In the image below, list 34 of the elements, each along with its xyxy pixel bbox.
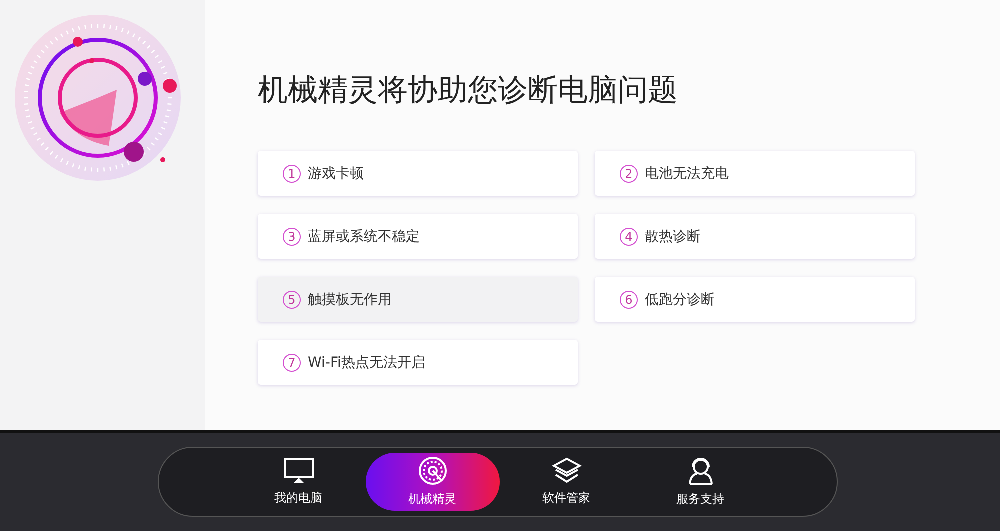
number-badge: 3 bbox=[283, 228, 301, 246]
nav-tab[interactable]: 我的电脑 bbox=[232, 453, 366, 511]
option-label: Wi-Fi热点无法开启 bbox=[308, 354, 426, 372]
layers-icon bbox=[552, 457, 582, 485]
tab-label: 软件管家 bbox=[542, 490, 590, 507]
number-badge: 6 bbox=[620, 290, 638, 308]
number-badge: 1 bbox=[283, 164, 301, 182]
problem-option[interactable]: 7 Wi-Fi热点无法开启 bbox=[258, 340, 578, 385]
problem-option[interactable]: 6 低跑分诊断 bbox=[595, 277, 915, 322]
option-label: 触摸板无作用 bbox=[308, 290, 392, 308]
number-badge: 2 bbox=[620, 164, 638, 182]
option-label: 低跑分诊断 bbox=[645, 290, 715, 308]
problem-option[interactable]: 1 游戏卡顿 bbox=[258, 151, 578, 196]
number-badge: 7 bbox=[283, 354, 301, 372]
tab-label: 服务支持 bbox=[676, 491, 724, 508]
nav-tab[interactable]: 软件管家 bbox=[500, 453, 634, 511]
problem-option[interactable]: 2 电池无法充电 bbox=[595, 151, 915, 196]
radar-icon bbox=[418, 456, 448, 486]
tab-label: 我的电脑 bbox=[274, 490, 322, 507]
option-label: 游戏卡顿 bbox=[308, 164, 364, 182]
problem-option[interactable]: 4 散热诊断 bbox=[595, 214, 915, 259]
option-label: 电池无法充电 bbox=[645, 164, 729, 182]
problem-option[interactable]: 3 蓝屏或系统不稳定 bbox=[258, 214, 578, 259]
monitor-icon bbox=[282, 457, 314, 485]
tab-label: 机械精灵 bbox=[408, 491, 456, 508]
number-badge: 4 bbox=[620, 228, 638, 246]
problem-option[interactable]: 5 触摸板无作用 bbox=[258, 277, 578, 322]
radar-logo-icon bbox=[15, 15, 183, 183]
nav-tab[interactable]: 机械精灵 bbox=[366, 453, 500, 511]
option-label: 蓝屏或系统不稳定 bbox=[308, 228, 420, 246]
page-heading: 机械精灵将协助您诊断电脑问题 bbox=[258, 72, 679, 110]
number-badge: 5 bbox=[283, 290, 301, 308]
nav-tab[interactable]: 服务支持 bbox=[634, 453, 768, 511]
option-label: 散热诊断 bbox=[645, 228, 701, 246]
